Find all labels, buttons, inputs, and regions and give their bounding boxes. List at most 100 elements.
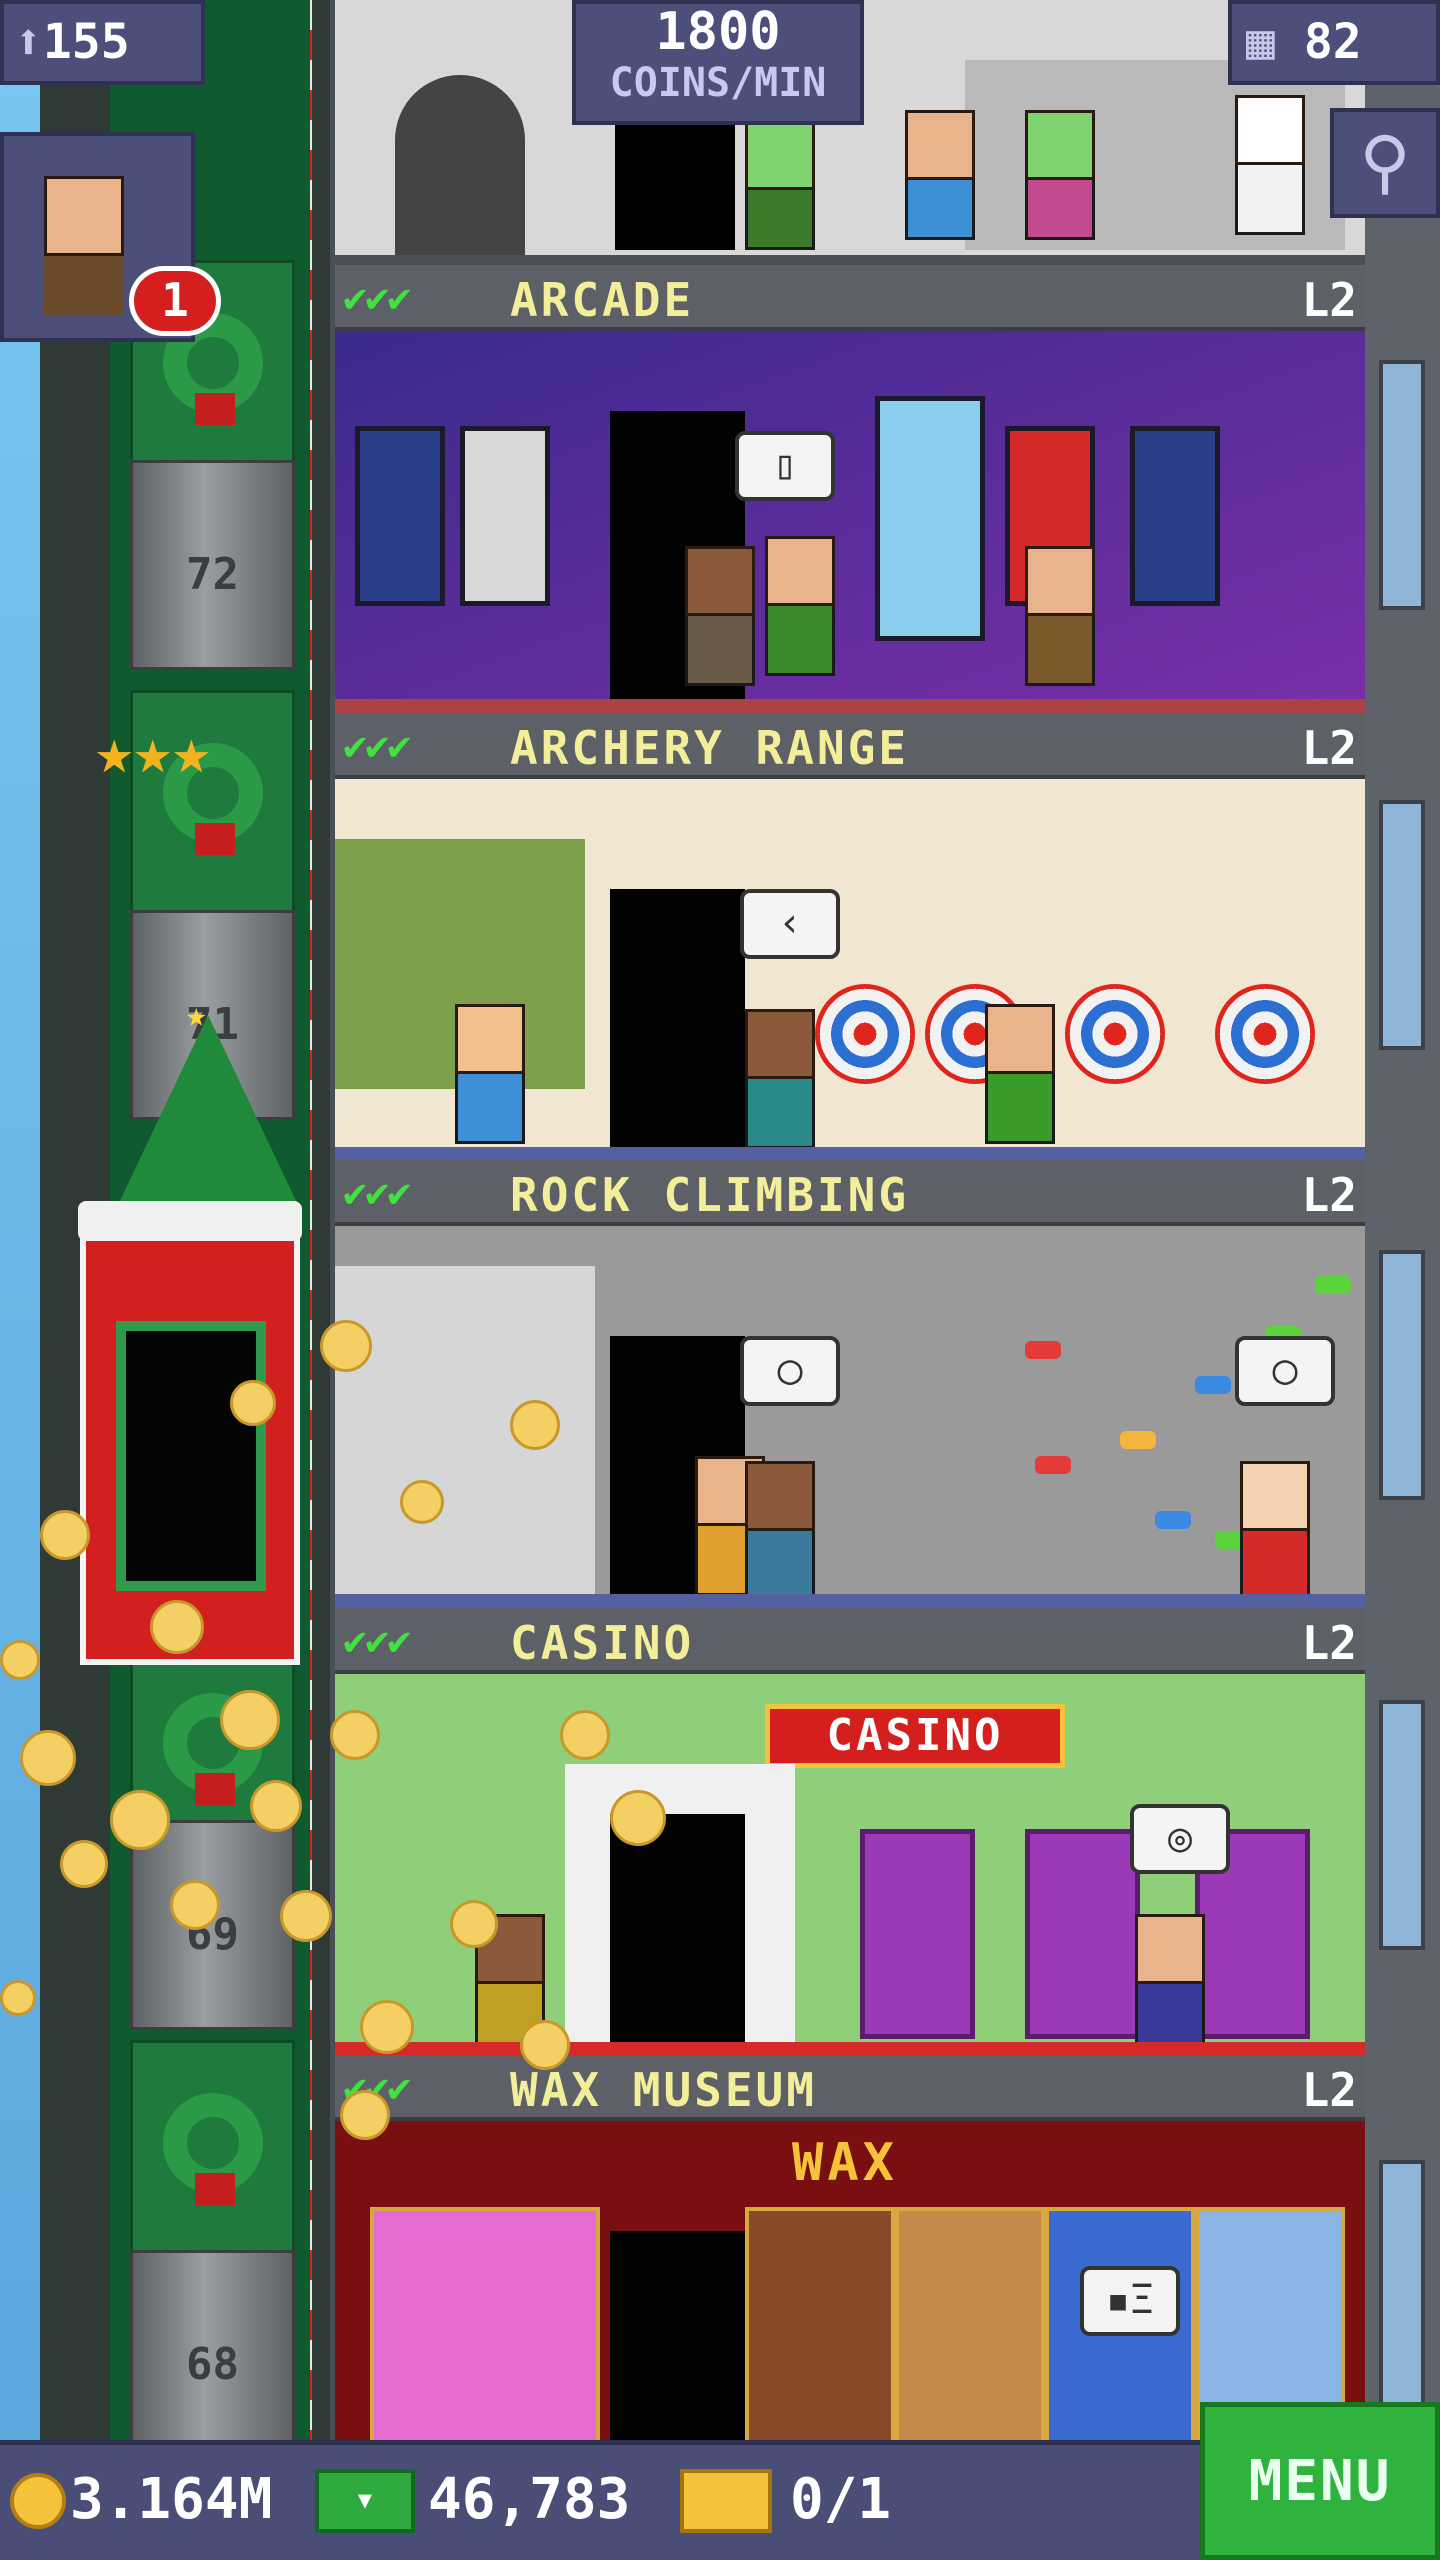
bitizen[interactable] [1025,546,1095,686]
exterior-window [1379,800,1425,1050]
speech-bubble[interactable]: ◎ [1130,1804,1230,1874]
bitizen[interactable] [455,1004,525,1144]
coin-particle [250,1780,302,1832]
tree-star-icon: ★ [186,995,207,1035]
slot-machine [860,1829,975,2039]
elevator-floor-tile[interactable]: 72 [130,460,295,670]
bux-icon: ▾ [315,2469,415,2533]
coin-particle [400,1480,444,1524]
speech-bubble[interactable]: ◯ [1235,1336,1335,1406]
bux-balance[interactable]: 46,783 [428,2467,630,2532]
coin-particle [360,2000,414,2054]
elevator-floor-tile[interactable]: 68 [130,2250,295,2460]
climbing-hold [1025,1341,1061,1359]
speech-bubble[interactable]: ◯ [740,1336,840,1406]
floor-casino[interactable]: ✔✔✔ CASINO L2 CASINO ◎ [335,1608,1365,2056]
wax-sign: WAX [792,2133,898,2193]
climbing-hold [1035,1456,1071,1474]
exterior-window [1379,1250,1425,1500]
speech-bubble[interactable]: ▪Ξ [1080,2266,1180,2336]
coin-particle [170,1880,220,1930]
floor-strip [335,1594,1365,1608]
snowman[interactable] [1235,95,1305,235]
visitor-notification-badge: 1 [129,266,221,336]
floor-room[interactable]: CASINO ◎ [335,1674,1365,2056]
visitor-button[interactable]: 1 [0,132,221,342]
floor-room[interactable]: WAX ▪Ξ [335,2121,1365,2440]
floor-name: ARCHERY RANGE [510,721,910,775]
room-door [615,115,735,250]
coin-particle [520,2020,570,2070]
search-button[interactable]: ⚲ [1330,108,1440,218]
climbing-hold [1155,1511,1191,1529]
elevator-car[interactable] [78,1201,302,1665]
coin-particle [150,1600,204,1654]
christmas-tree-icon [118,1015,298,1205]
speech-bubble[interactable]: ‹ [740,889,840,959]
archery-target [1065,984,1165,1084]
furnace-arch [395,75,525,255]
coin-particle [0,1640,40,1680]
floor-arcade[interactable]: ✔✔✔ ARCADE L2 ▯ [335,265,1365,713]
three-stars-icon: ★★★ [95,715,211,789]
bitizen[interactable] [985,1004,1055,1144]
floor-room[interactable]: ◯ ◯ [335,1226,1365,1608]
floor-header[interactable]: ✔✔✔ ROCK CLIMBING L2 [335,1160,1365,1226]
floor-archery-range[interactable]: ✔✔✔ ARCHERY RANGE L2 ‹ [335,713,1365,1161]
coin-balance[interactable]: 3.164M [70,2467,272,2532]
game-screen: 72 71 69 68 ★★★ ★ ✔✔✔ ARCADE L2 ▯ ✔✔✔ AR… [0,0,1440,2560]
arcade-cabinet [1130,426,1220,606]
floor-header[interactable]: ✔✔✔ ARCHERY RANGE L2 [335,713,1365,779]
floor-wax-museum[interactable]: ✔✔✔ WAX MUSEUM L2 WAX ▪Ξ [335,2055,1365,2440]
floor-level: L2 [1301,2063,1357,2117]
arcade-cabinet [460,426,550,606]
floor-header[interactable]: ✔✔✔ ARCADE L2 [335,265,1365,331]
room-door [610,889,745,1161]
wreath-decoration [130,2040,295,2270]
stock-check-icons: ✔✔✔ [343,1618,411,1664]
stock-check-icons: ✔✔✔ [343,275,411,321]
coin-particle [610,1790,666,1846]
floor-room[interactable]: ▯ [335,331,1365,713]
golden-ticket-icon [680,2469,772,2533]
floor-name: ARCADE [510,273,695,327]
elevator-floor-number: 72 [186,549,239,600]
bitizen-santa[interactable] [1240,1461,1310,1601]
floor-header[interactable]: ✔✔✔ CASINO L2 [335,1608,1365,1674]
coin-particle [110,1790,170,1850]
bitizen[interactable] [745,1009,815,1149]
coin-particle [20,1730,76,1786]
coin-icon [10,2473,66,2529]
bitizen[interactable] [905,110,975,240]
bitizen[interactable] [765,536,835,676]
stock-check-icons: ✔✔✔ [343,723,411,769]
bitizen[interactable] [745,1461,815,1601]
floor-count-value: 82 [1303,14,1362,70]
speech-bubble[interactable]: ▯ [735,431,835,501]
floor-header[interactable]: ✔✔✔ WAX MUSEUM L2 [335,2055,1365,2121]
bitizen[interactable] [1025,110,1095,240]
room-door [610,1814,745,2056]
wax-exhibit [370,2207,600,2440]
floor-room[interactable]: ‹ [335,779,1365,1161]
floor-rock-climbing[interactable]: ✔✔✔ ROCK CLIMBING L2 ◯ ◯ [335,1160,1365,1608]
population-counter[interactable]: ⬆155 [0,0,205,85]
menu-button[interactable]: MENU [1200,2402,1440,2560]
coin-rate-unit: COINS/MIN [609,60,827,106]
person-icon: ⬆ [14,14,43,70]
bitizen[interactable] [745,120,815,250]
bitizen[interactable] [1135,1914,1205,2054]
coin-particle [320,1320,372,1372]
floor-level: L2 [1301,1168,1357,1222]
elevator-floor-tile[interactable]: 69 [130,1820,295,2030]
bitizen[interactable] [685,546,755,686]
floor-level: L2 [1301,721,1357,775]
exterior-window [1379,1700,1425,1950]
visitor-avatar-body [44,256,124,316]
stock-check-icons: ✔✔✔ [343,1170,411,1216]
floor-counter[interactable]: ▦ 82 [1228,0,1440,85]
magnifier-icon: ⚲ [1359,121,1411,203]
coin-particle [60,1840,108,1888]
coin-particle [560,1710,610,1760]
golden-ticket-count[interactable]: 0/1 [790,2467,891,2532]
